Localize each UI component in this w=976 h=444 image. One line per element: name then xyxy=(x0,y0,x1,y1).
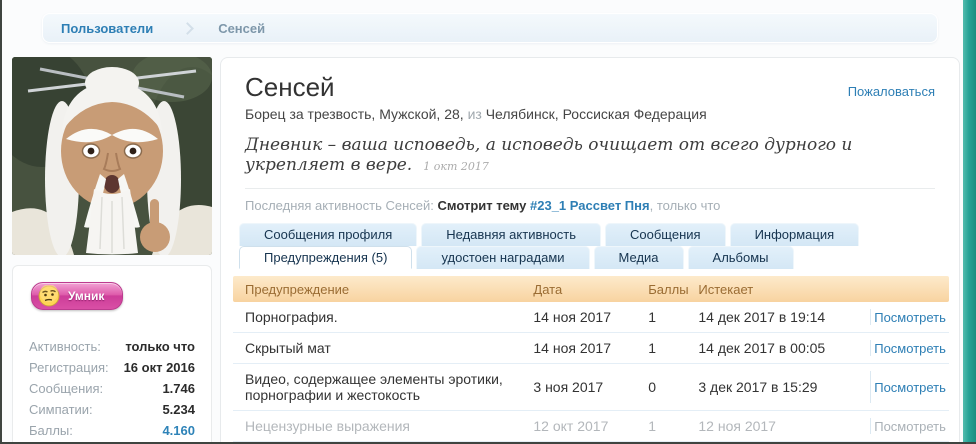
activity-topic-link[interactable]: #23_1 Рассвет Пня xyxy=(530,198,650,213)
tab-row-1: Сообщения профиля Недавняя активность Со… xyxy=(239,223,947,246)
user-stats-card: Умник Активность: только что Регистрация… xyxy=(12,265,212,444)
warning-expires: 14 дек 2017 в 19:14 xyxy=(698,309,870,325)
header-expires: Истекает xyxy=(698,282,870,297)
stat-label: Активность: xyxy=(29,338,101,355)
status-date: 1 окт 2017 xyxy=(423,160,489,173)
stat-label: Баллы: xyxy=(29,422,73,439)
stat-value: 5.234 xyxy=(162,401,195,418)
tab-row-2: Предупреждения (5) удостоен наградами Ме… xyxy=(239,246,947,269)
tab[interactable]: удостоен наградами xyxy=(416,246,589,269)
table-row: Видео, содержащее элементы эротики, порн… xyxy=(233,364,949,411)
view-cell: Посмотреть xyxy=(870,371,949,403)
header-date: Дата xyxy=(519,282,648,297)
warning-date: 14 ноя 2017 xyxy=(519,340,648,356)
breadcrumb-users-link[interactable]: Пользователи xyxy=(61,21,153,36)
status-quote-row: Дневник – ваша исповедь, а исповедь очищ… xyxy=(233,122,947,175)
stat-value: 1.746 xyxy=(162,380,195,397)
profile-page: Пользователи Сенсей xyxy=(0,0,976,444)
user-location: Челябинск, Россиская Федерация xyxy=(486,106,707,122)
activity-prefix: Последняя активность Сенсей: xyxy=(245,198,434,213)
warning-text: Видео, содержащее элементы эротики, порн… xyxy=(233,371,519,403)
tab[interactable]: Недавняя активность xyxy=(421,223,601,246)
view-link[interactable]: Посмотреть xyxy=(874,341,946,356)
header-warning: Предупреждение xyxy=(233,282,519,297)
warning-points: 1 xyxy=(648,418,698,434)
stat-row: Сообщения: 1.746 xyxy=(29,380,195,397)
tab[interactable]: Сообщения профиля xyxy=(239,223,417,246)
report-link[interactable]: Пожаловаться xyxy=(848,84,935,99)
profile-main-card: Сенсей Пожаловаться Борец за трезвость, … xyxy=(220,57,960,444)
rank-badge-label: Умник xyxy=(68,289,104,303)
warning-text: Нецензурные выражения xyxy=(233,418,519,434)
warning-text: Порнография. xyxy=(233,309,519,325)
warning-text: Скрытый мат xyxy=(233,340,519,356)
warning-points: 0 xyxy=(648,379,698,395)
stat-value: 16 окт 2016 xyxy=(124,359,195,376)
stat-label: Регистрация: xyxy=(29,359,109,376)
stat-label: Сообщения: xyxy=(29,380,103,397)
stat-value: только что xyxy=(125,338,195,355)
view-link[interactable]: Посмотреть xyxy=(874,380,946,395)
smiley-icon xyxy=(38,285,60,307)
warning-date: 14 ноя 2017 xyxy=(519,309,648,325)
view-cell: Посмотреть xyxy=(870,418,949,434)
tab[interactable]: Информация xyxy=(730,223,860,246)
view-cell: Посмотреть xyxy=(870,309,949,325)
stat-row: Симпатии: 5.234 xyxy=(29,401,195,418)
warning-expires: 3 дек 2017 в 15:29 xyxy=(698,379,870,395)
warning-date: 12 окт 2017 xyxy=(519,418,648,434)
profile-tabs: Сообщения профиля Недавняя активность Со… xyxy=(239,223,947,269)
view-link[interactable]: Посмотреть xyxy=(874,419,946,434)
tab[interactable]: Предупреждения (5) xyxy=(239,246,412,269)
warning-expires: 12 ноя 2017 xyxy=(698,418,870,434)
warnings-table-header: Предупреждение Дата Баллы Истекает xyxy=(233,276,949,302)
stat-value[interactable]: 4.160 xyxy=(162,422,195,439)
tab[interactable]: Альбомы xyxy=(688,246,794,269)
tab[interactable]: Медиа xyxy=(594,246,684,269)
activity-action: Смотрит тему xyxy=(438,198,527,213)
from-label: из xyxy=(468,106,482,122)
activity-time: , только что xyxy=(650,198,721,213)
stat-label: Симпатии: xyxy=(29,401,93,418)
warning-expires: 14 дек 2017 в 00:05 xyxy=(698,340,870,356)
rank-badge: Умник xyxy=(31,282,123,310)
last-activity: Последняя активность Сенсей: Смотрит тем… xyxy=(233,189,947,213)
table-row: Нецензурные выражения 12 окт 2017 1 12 н… xyxy=(233,411,949,442)
stats-list: Активность: только что Регистрация: 16 о… xyxy=(29,338,195,444)
warnings-table: Предупреждение Дата Баллы Истекает Порно… xyxy=(233,276,949,444)
user-role-age: Борец за трезвость, Мужской, 28, xyxy=(245,106,464,122)
header-points: Баллы xyxy=(648,282,698,297)
page-title: Сенсей xyxy=(245,72,335,102)
status-quote: Дневник – ваша исповедь, а исповедь очищ… xyxy=(245,135,852,175)
user-subtitle: Борец за трезвость, Мужской, 28, из Челя… xyxy=(233,102,947,122)
stat-row: Регистрация: 16 окт 2016 xyxy=(29,359,195,376)
breadcrumb-current: Сенсей xyxy=(218,21,265,36)
breadcrumb: Пользователи Сенсей xyxy=(42,13,938,43)
tab[interactable]: Сообщения xyxy=(605,223,726,246)
table-row: Скрытый мат 14 ноя 2017 1 14 дек 2017 в … xyxy=(233,333,949,364)
stat-row: Баллы: 4.160 xyxy=(29,422,195,439)
chevron-right-icon xyxy=(181,22,194,35)
warning-date: 3 ноя 2017 xyxy=(519,379,648,395)
profile-sidebar: Умник Активность: только что Регистрация… xyxy=(12,57,212,444)
warning-points: 1 xyxy=(648,309,698,325)
warning-points: 1 xyxy=(648,340,698,356)
view-cell: Посмотреть xyxy=(870,340,949,356)
window-edge-strip xyxy=(963,0,976,444)
table-row: Порнография. 14 ноя 2017 1 14 дек 2017 в… xyxy=(233,302,949,333)
view-link[interactable]: Посмотреть xyxy=(874,310,946,325)
warnings-table-body: Порнография. 14 ноя 2017 1 14 дек 2017 в… xyxy=(233,302,949,444)
avatar-image xyxy=(12,57,212,255)
stat-row: Активность: только что xyxy=(29,338,195,355)
